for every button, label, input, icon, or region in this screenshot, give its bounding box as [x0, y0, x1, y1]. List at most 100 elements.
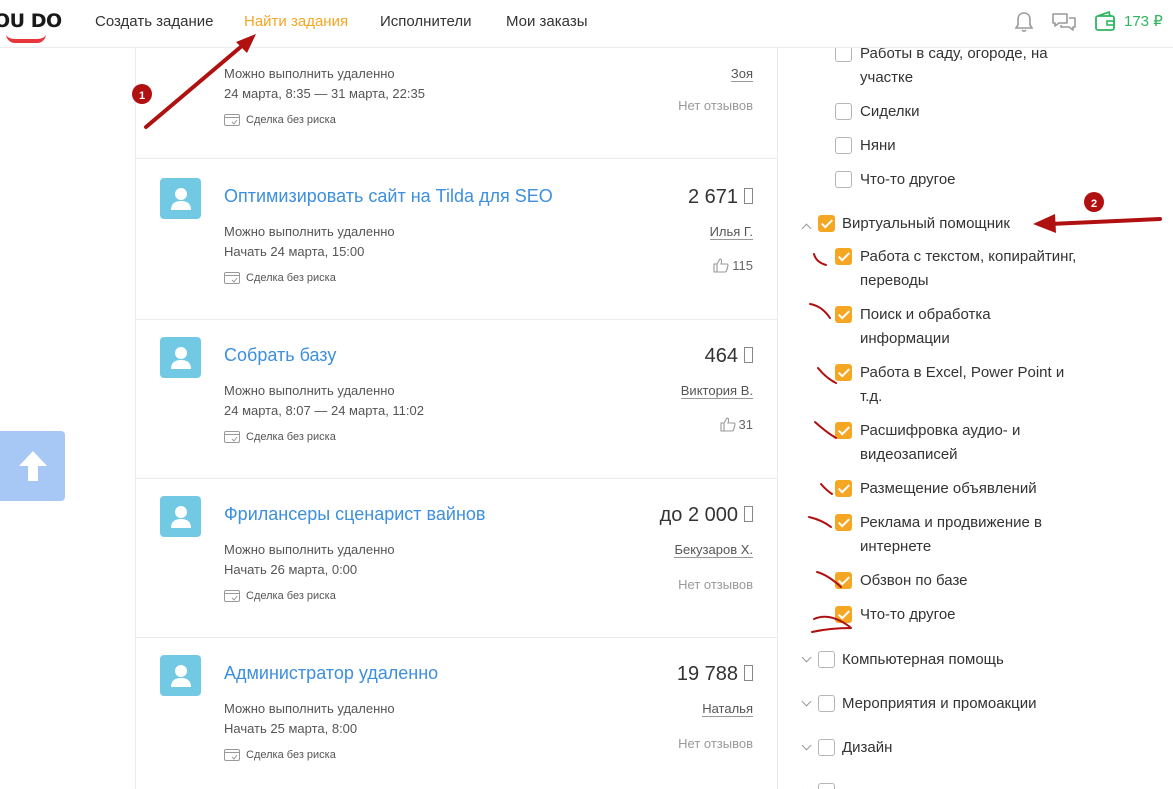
avatar — [160, 496, 201, 537]
task-author[interactable]: Илья Г. — [709, 224, 753, 240]
chevron-down-icon[interactable] — [801, 696, 812, 707]
task-remote: Можно выполнить удаленно — [224, 542, 395, 557]
filter-checkbox[interactable] — [835, 306, 852, 323]
filter-item-info-search[interactable]: Поиск и обработка информации — [860, 303, 1035, 351]
task-deal: Сделка без риска — [224, 272, 336, 284]
task-deal-label: Сделка без риска — [246, 749, 336, 761]
task-likes: 31 — [719, 417, 753, 432]
task-deal-label: Сделка без риска — [246, 272, 336, 284]
chevron-down-icon[interactable] — [801, 784, 812, 789]
task-author[interactable]: Зоя — [730, 66, 753, 82]
task-author[interactable]: Наталья — [702, 701, 753, 717]
filter-checkbox[interactable] — [835, 364, 852, 381]
task-date: 24 марта, 8:07 — 24 марта, 11:02 — [224, 403, 424, 418]
wallet-balance[interactable]: 173 ₽ — [1124, 12, 1163, 30]
task-date: 24 марта, 8:35 — 31 марта, 22:35 — [224, 86, 425, 101]
task-price-value: 464 — [704, 345, 738, 367]
filter-item-other[interactable]: Что-то другое — [860, 168, 956, 192]
safe-deal-icon — [224, 590, 240, 602]
back-to-top-button[interactable] — [0, 431, 65, 501]
wallet-icon[interactable] — [1093, 10, 1117, 34]
task-price-value: до 2 000 — [659, 504, 738, 526]
thumbs-up-icon — [713, 258, 729, 273]
task-price: 19 788 — [677, 663, 753, 686]
task-likes-count: 31 — [738, 417, 753, 432]
filter-item-cold-calling[interactable]: Обзвон по базе — [860, 569, 968, 593]
task-reviews: Нет отзывов — [678, 98, 753, 113]
category-checkbox[interactable] — [818, 739, 835, 756]
task-title[interactable]: Администратор удаленно — [224, 663, 438, 684]
safe-deal-icon — [224, 114, 240, 126]
category-computer-help[interactable]: Компьютерная помощь — [842, 648, 1004, 672]
task-title[interactable]: Фрилансеры сценарист вайнов — [224, 504, 485, 525]
category-events[interactable]: Мероприятия и промоакции — [842, 692, 1036, 716]
category-checkbox[interactable] — [818, 651, 835, 668]
task-deal: Сделка без риска — [224, 114, 336, 126]
user-icon — [170, 505, 191, 528]
task-price-value: 19 788 — [676, 663, 738, 685]
filter-checkbox[interactable] — [835, 606, 852, 623]
filter-item-excel[interactable]: Работа в Excel, Power Point и т.д. — [860, 361, 1075, 409]
filter-checkbox[interactable] — [835, 103, 852, 120]
category-design[interactable]: Дизайн — [842, 736, 892, 760]
chat-icon[interactable] — [1051, 10, 1077, 34]
ruble-icon — [744, 665, 753, 681]
category-checkbox[interactable] — [818, 695, 835, 712]
filter-checkbox[interactable] — [835, 514, 852, 531]
filter-checkbox[interactable] — [835, 422, 852, 439]
category-virtual-assistant[interactable]: Виртуальный помощник — [842, 212, 1010, 236]
filter-item-copywriting[interactable]: Работа с текстом, копирайтинг, переводы — [860, 245, 1100, 293]
task-card[interactable]: Собрать базу 464 Можно выполнить удаленн… — [136, 320, 777, 479]
task-card[interactable]: Администратор удаленно 19 788 Можно выпо… — [136, 638, 777, 789]
filter-item-ads-posting[interactable]: Размещение объявлений — [860, 477, 1037, 501]
category-filters: Работы в саду, огороде, на участке Сидел… — [778, 45, 1173, 789]
ruble-icon — [744, 188, 753, 204]
task-reviews: Нет отзывов — [678, 577, 753, 592]
logo[interactable]: OU DO — [0, 10, 62, 32]
task-author[interactable]: Бекузаров Х. — [674, 542, 753, 558]
task-card[interactable]: Фрилансеры сценарист вайнов до 2 000 Мож… — [136, 479, 777, 638]
chevron-up-icon[interactable] — [801, 223, 812, 234]
user-icon — [170, 346, 191, 369]
category-checkbox[interactable] — [818, 783, 835, 789]
task-date: Начать 26 марта, 0:00 — [224, 562, 358, 577]
filter-item-online-promo[interactable]: Реклама и продвижение в интернете — [860, 511, 1060, 559]
chevron-down-icon[interactable] — [801, 740, 812, 751]
task-remote: Можно выполнить удаленно — [224, 66, 395, 81]
filter-checkbox[interactable] — [835, 248, 852, 265]
task-title[interactable]: Собрать базу — [224, 345, 336, 366]
filter-checkbox[interactable] — [835, 137, 852, 154]
task-remote: Можно выполнить удаленно — [224, 224, 395, 239]
filter-item-transcription[interactable]: Расшифровка аудио- и видеозаписей — [860, 419, 1035, 467]
category-checkbox-virtual-assistant[interactable] — [818, 215, 835, 232]
bell-icon[interactable] — [1012, 10, 1036, 34]
task-reviews: Нет отзывов — [678, 736, 753, 751]
task-deal-label: Сделка без риска — [246, 114, 336, 126]
thumbs-up-icon — [719, 417, 736, 432]
safe-deal-icon — [224, 431, 240, 443]
filter-item-caregivers[interactable]: Сиделки — [860, 100, 920, 124]
task-card[interactable]: Оптимизировать сайт на Tilda для SEO 2 6… — [136, 161, 777, 320]
chevron-down-icon[interactable] — [801, 652, 812, 663]
filter-checkbox[interactable] — [835, 171, 852, 188]
task-likes-count: 115 — [732, 258, 753, 273]
nav-create-task[interactable]: Создать задание — [95, 13, 214, 30]
task-remote: Можно выполнить удаленно — [224, 383, 395, 398]
filter-checkbox[interactable] — [835, 572, 852, 589]
filter-item-nannies[interactable]: Няни — [860, 134, 896, 158]
top-header: OU DO Создать задание Найти задания Испо… — [0, 0, 1173, 48]
task-author[interactable]: Виктория В. — [680, 383, 753, 399]
filter-item-other-va[interactable]: Что-то другое — [860, 603, 956, 627]
nav-performers[interactable]: Исполнители — [380, 13, 472, 30]
task-title[interactable]: Оптимизировать сайт на Tilda для SEO — [224, 186, 553, 207]
task-date: Начать 24 марта, 15:00 — [224, 244, 365, 259]
filter-checkbox[interactable] — [835, 480, 852, 497]
filter-item-garden[interactable]: Работы в саду, огороде, на участке — [860, 42, 1070, 90]
nav-my-orders[interactable]: Мои заказы — [506, 13, 588, 30]
task-likes: 115 — [713, 258, 753, 273]
ruble-icon — [744, 506, 753, 522]
task-remote: Можно выполнить удаленно — [224, 701, 395, 716]
nav-find-tasks[interactable]: Найти задания — [244, 13, 348, 30]
task-date: Начать 25 марта, 8:00 — [224, 721, 358, 736]
avatar — [160, 337, 201, 378]
